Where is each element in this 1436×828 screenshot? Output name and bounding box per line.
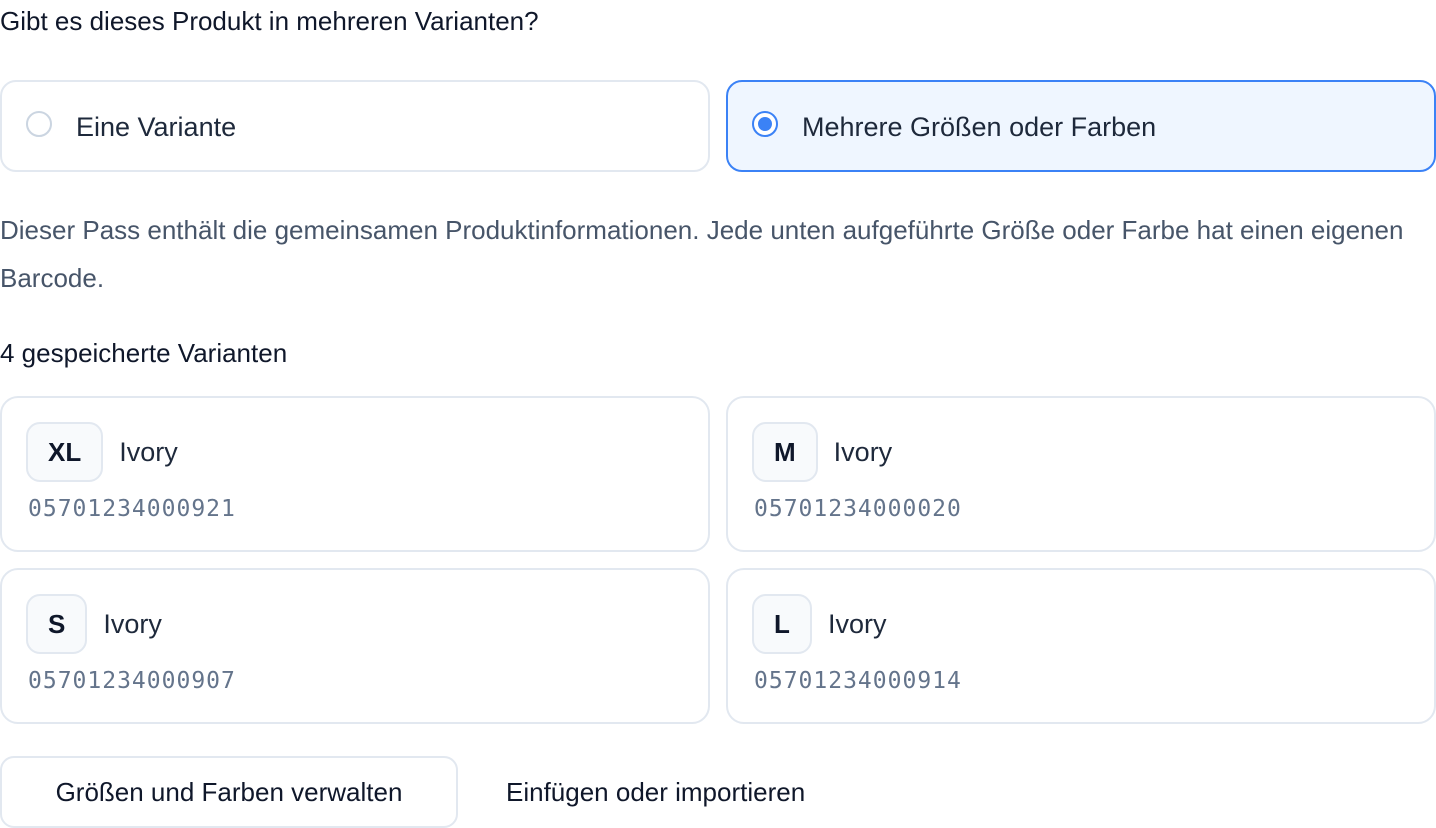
variant-card-header: S Ivory	[26, 594, 162, 654]
saved-variants-heading: 4 gespeicherte Varianten	[0, 338, 288, 368]
variant-mode-options: Eine Variante Mehrere Größen oder Farben	[0, 80, 1436, 172]
manage-sizes-colors-button[interactable]: Größen und Farben verwalten	[0, 756, 458, 828]
variant-color: Ivory	[833, 436, 893, 467]
paste-import-button[interactable]: Einfügen oder importieren	[486, 756, 825, 828]
variant-barcode: 05701234000907	[28, 668, 236, 694]
variant-card[interactable]: M Ivory 05701234000020	[726, 396, 1436, 552]
variant-color: Ivory	[828, 608, 887, 639]
variant-barcode: 05701234000914	[754, 668, 962, 694]
radio-unchecked-icon[interactable]	[26, 111, 52, 137]
variant-color: Ivory	[119, 436, 178, 467]
variant-card[interactable]: XL Ivory 05701234000921	[0, 396, 710, 552]
size-badge: S	[26, 594, 88, 654]
variant-card[interactable]: S Ivory 05701234000907	[0, 568, 710, 724]
variant-barcode: 05701234000020	[754, 496, 962, 522]
variant-barcode: 05701234000921	[28, 496, 236, 522]
variant-color: Ivory	[103, 608, 162, 639]
variants-question: Gibt es dieses Produkt in mehreren Varia…	[0, 6, 539, 36]
size-badge: XL	[26, 422, 104, 482]
size-badge: M	[752, 422, 818, 482]
option-single-variant[interactable]: Eine Variante	[0, 80, 710, 172]
variant-card-header: XL Ivory	[26, 422, 178, 482]
variants-description: Dieser Pass enthält die gemeinsamen Prod…	[0, 215, 1404, 293]
size-badge: L	[752, 594, 812, 654]
radio-checked-icon[interactable]	[752, 111, 778, 137]
variant-card-header: M Ivory	[752, 422, 892, 482]
variant-card[interactable]: L Ivory 05701234000914	[726, 568, 1436, 724]
option-multiple-variants[interactable]: Mehrere Größen oder Farben	[726, 80, 1436, 172]
option-label: Mehrere Größen oder Farben	[802, 112, 1157, 142]
variant-card-header: L Ivory	[752, 594, 887, 654]
option-label: Eine Variante	[76, 112, 237, 142]
